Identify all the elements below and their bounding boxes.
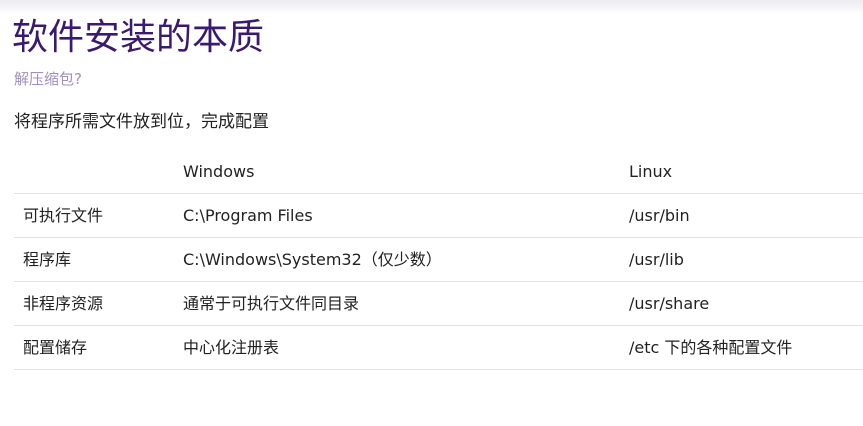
row-windows-cell: 中心化注册表 <box>183 338 280 357</box>
row-windows-cell: C:\Windows\System32（仅少数） <box>183 250 442 269</box>
row-linux-cell: /usr/bin <box>629 206 690 225</box>
slide-title: 软件安装的本质 <box>12 17 265 58</box>
table-header-row: Windows Linux <box>14 150 863 194</box>
slide-lead-text: 将程序所需文件放到位，完成配置 <box>14 112 269 132</box>
row-category-cell: 非程序资源 <box>23 294 104 313</box>
table-row: 非程序资源 通常于可执行文件同目录 /usr/share <box>14 282 863 326</box>
row-windows-cell: 通常于可执行文件同目录 <box>183 294 360 313</box>
comparison-table: Windows Linux 可执行文件 C:\Program Files /us… <box>14 150 863 370</box>
row-category-cell: 程序库 <box>23 250 72 269</box>
table-row: 可执行文件 C:\Program Files /usr/bin <box>14 194 863 238</box>
row-linux-cell: /etc 下的各种配置文件 <box>629 338 793 357</box>
row-category-cell: 可执行文件 <box>23 206 104 225</box>
table-row: 配置储存 中心化注册表 /etc 下的各种配置文件 <box>14 326 863 370</box>
row-linux-cell: /usr/lib <box>629 250 684 269</box>
header-cell-linux: Linux <box>629 162 673 181</box>
row-windows-cell: C:\Program Files <box>183 206 313 225</box>
slide-subtitle: 解压缩包? <box>14 70 82 88</box>
row-linux-cell: /usr/share <box>629 294 710 313</box>
table-row: 程序库 C:\Windows\System32（仅少数） /usr/lib <box>14 238 863 282</box>
slide: 软件安装的本质 解压缩包? 将程序所需文件放到位，完成配置 Windows Li… <box>0 0 863 426</box>
header-cell-windows: Windows <box>183 162 255 181</box>
row-category-cell: 配置储存 <box>23 338 88 357</box>
